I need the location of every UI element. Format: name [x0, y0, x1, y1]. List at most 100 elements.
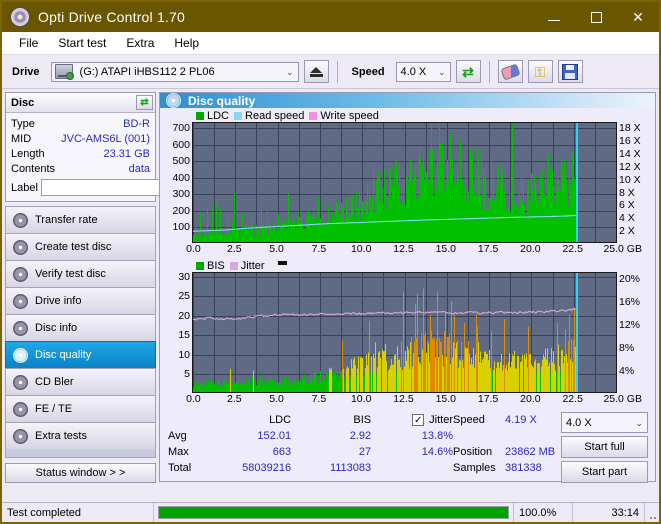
menu-bar: File Start test Extra Help	[2, 32, 659, 55]
speed-readout: Speed 4.19 X	[453, 412, 561, 428]
sidebar-item-label: CD Bler	[35, 376, 74, 388]
disc-icon	[166, 93, 181, 108]
disc-row-length-key: Length	[11, 147, 45, 160]
x-tick-label: 0.0	[186, 393, 201, 405]
chart2-row: 5 10 15 20 25 30 4% 8% 12% 16% 20%	[160, 271, 655, 393]
status-message: Test completed	[2, 503, 154, 522]
stats-area: LDC BIS ✓ Jitter Avg 152.01 2.92 13.8% M…	[160, 407, 655, 483]
x-tick-label: 25.0 GB	[603, 393, 642, 405]
chart-series-layer	[193, 123, 576, 242]
sidebar-item-create-test-disc[interactable]: Create test disc	[5, 233, 156, 260]
chart1-plot[interactable]	[192, 122, 617, 243]
speed-select[interactable]: 4.0 X ⌄	[395, 61, 451, 82]
legend-label: BIS	[207, 259, 225, 272]
sidebar-item-transfer-rate[interactable]: Transfer rate	[5, 206, 156, 233]
speed-select-value: 4.0 X	[400, 65, 427, 78]
stats-max-bis: 27	[358, 446, 372, 458]
progress-fill	[159, 507, 508, 518]
status-window-button[interactable]: Status window > >	[5, 463, 156, 483]
position-cursor-line	[576, 123, 578, 242]
chart2-y-axis-right: 4% 8% 12% 16% 20%	[617, 272, 655, 393]
eraser-icon	[500, 62, 521, 81]
toolbar-divider	[336, 60, 338, 83]
y-tick-label: 20	[178, 309, 190, 322]
page-title: Disc quality	[188, 93, 256, 108]
disc-row-length: Length 23.31 GB	[11, 146, 150, 161]
disc-label-key: Label	[11, 181, 38, 194]
sidebar-nav: Transfer rate Create test disc Verify te…	[5, 206, 156, 458]
legend-swatch	[196, 261, 204, 270]
chart1-x-row: 0.0 2.5 5.0 7.5 10.0 12.5 15.0 17.5 20.0 22.5 25.0…	[160, 243, 655, 257]
drive-select[interactable]: (G:) ATAPI iHBS112 2 PL06 ⌄	[50, 61, 299, 82]
x-tick-label: 5.0	[269, 243, 284, 255]
key-button[interactable]: ⚿	[527, 60, 553, 83]
y-tick-label: 6 X	[619, 199, 635, 212]
menu-file[interactable]: File	[10, 33, 47, 53]
disc-row-type: Type BD-R	[11, 116, 150, 131]
y-tick-label: 15	[178, 329, 190, 342]
resize-grip-icon[interactable]	[645, 503, 659, 522]
sidebar-item-cd-bler[interactable]: CD Bler	[5, 368, 156, 395]
eject-button[interactable]	[303, 60, 329, 83]
start-full-button[interactable]: Start full	[561, 436, 648, 458]
sidebar-item-extra-tests[interactable]: Extra tests	[5, 422, 156, 449]
position-readout: Position 23862 MB	[453, 444, 561, 460]
samples-label: Samples	[453, 462, 496, 474]
close-button[interactable]: ✕	[617, 2, 659, 32]
status-bar: Test completed 100.0% 33:14	[2, 502, 659, 522]
legend-bis: BIS	[196, 260, 225, 272]
sidebar-item-label: Transfer rate	[35, 214, 98, 226]
y-tick-label: 400	[172, 171, 190, 184]
x-tick-label: 22.5	[562, 243, 583, 255]
sidebar-item-drive-info[interactable]: Drive info	[5, 287, 156, 314]
maximize-button[interactable]	[575, 2, 617, 32]
y-tick-label: 20%	[619, 272, 641, 285]
chevron-down-icon: ⌄	[438, 67, 446, 77]
drive-select-value: (G:) ATAPI iHBS112 2 PL06	[79, 65, 215, 78]
legend-swatch	[196, 111, 204, 120]
disc-refresh-button[interactable]: ⇄	[136, 95, 153, 110]
jitter-checkbox[interactable]: ✓	[412, 414, 425, 426]
test-speed-select[interactable]: 4.0 X ⌄	[561, 412, 648, 433]
test-speed-value: 4.0 X	[566, 416, 592, 429]
menu-help[interactable]: Help	[165, 33, 208, 53]
sidebar-item-label: Disc quality	[35, 349, 92, 361]
y-tick-label: 14 X	[619, 147, 641, 160]
chart2-plot[interactable]	[192, 272, 617, 393]
chart2-marker-icon	[277, 261, 287, 265]
menu-start-test[interactable]: Start test	[49, 33, 115, 53]
charts-container: LDC Read speed Write speed 100 200 300 400 5…	[160, 108, 655, 407]
sidebar-item-fe-te[interactable]: FE / TE	[5, 395, 156, 422]
y-tick-label: 600	[172, 138, 190, 151]
refresh-button[interactable]: ⇄	[455, 60, 481, 83]
y-tick-label: 8%	[619, 341, 635, 354]
sidebar-item-verify-test-disc[interactable]: Verify test disc	[5, 260, 156, 287]
stats-avg-bis: 2.92	[349, 430, 372, 442]
disc-icon	[13, 266, 28, 282]
position-label: Position	[453, 446, 493, 458]
erase-button[interactable]	[497, 60, 523, 83]
disc-quality-panel: Disc quality LDC Read speed Write speed …	[159, 92, 656, 483]
samples-readout: Samples 381338	[453, 460, 561, 476]
menu-extra[interactable]: Extra	[117, 33, 163, 53]
stats-row-total: Total 58039216 1113083	[168, 460, 453, 476]
disc-panel: Disc ⇄ Type BD-R MID JVC-AMS6L (001) Len…	[5, 92, 243, 202]
toolbar: Drive (G:) ATAPI iHBS112 2 PL06 ⌄ Speed …	[2, 55, 659, 89]
save-button[interactable]	[557, 60, 583, 83]
sidebar-item-disc-info[interactable]: Disc info	[5, 314, 156, 341]
chart2-x-axis: 0.0 2.5 5.0 7.5 10.0 12.5 15.0 17.5 20.0 22.5 25.0…	[186, 393, 642, 407]
disc-icon	[13, 320, 28, 336]
sidebar-item-label: Drive info	[35, 295, 82, 307]
position-cursor-line	[576, 273, 578, 392]
legend-label: Write speed	[320, 109, 379, 122]
sidebar-item-disc-quality[interactable]: Disc quality	[5, 341, 156, 368]
x-tick-label: 5.0	[269, 393, 284, 405]
minimize-button[interactable]	[533, 2, 575, 32]
disc-row-length-value: 23.31 GB	[103, 147, 150, 160]
chart2-legend: BIS Jitter	[160, 259, 655, 272]
start-part-button[interactable]: Start part	[561, 461, 648, 483]
y-tick-label: 2 X	[619, 225, 635, 238]
elapsed-time: 33:14	[573, 503, 645, 522]
stats-right: Speed 4.19 X Position 23862 MB Samples 3…	[453, 412, 651, 483]
stats-total-bis: 1113083	[329, 462, 372, 474]
